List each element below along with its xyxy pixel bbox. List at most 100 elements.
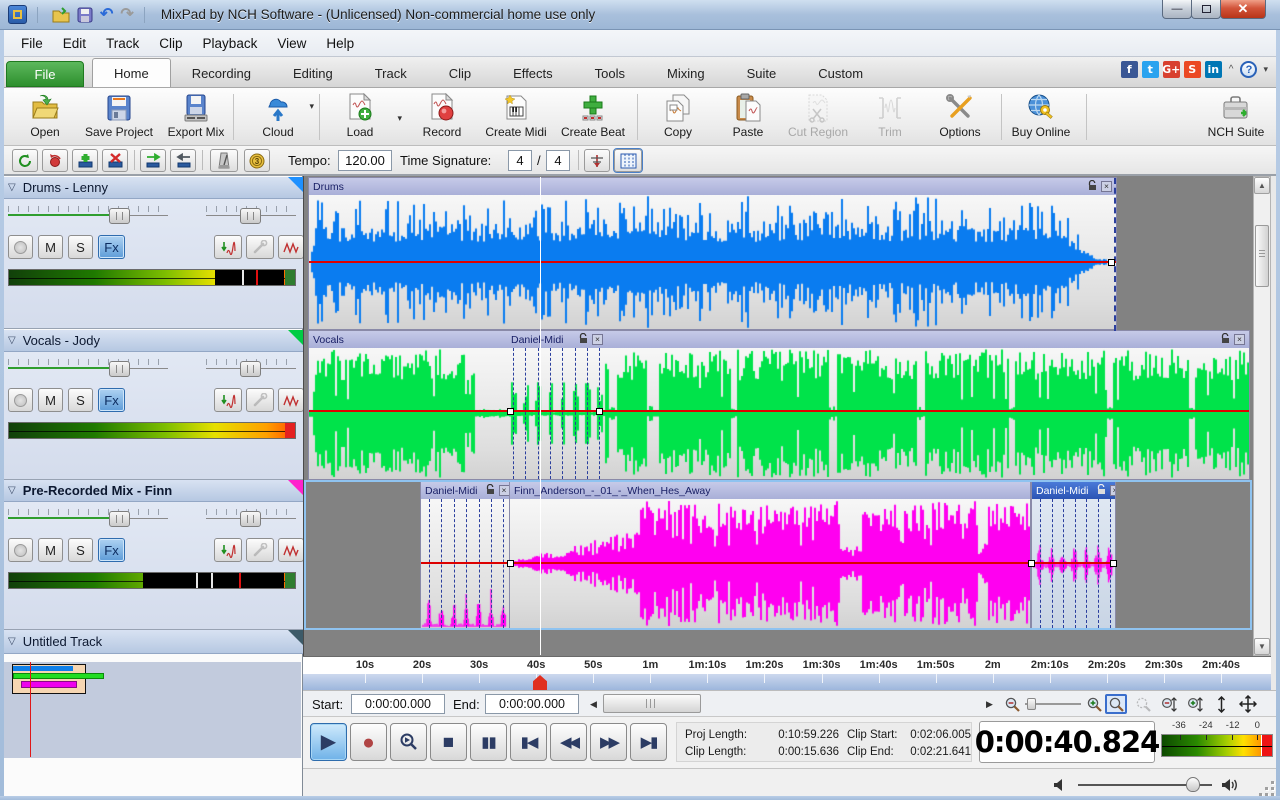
speaker-loud-icon[interactable] (1221, 778, 1239, 797)
fit-vertical-icon[interactable] (1210, 694, 1232, 714)
buy-online-button[interactable]: Buy Online (1003, 91, 1079, 143)
close-button[interactable]: ✕ (1220, 0, 1266, 19)
pan-slider-handle[interactable] (240, 208, 261, 224)
fit-all-icon[interactable] (1237, 694, 1259, 714)
fx-button[interactable]: Fx (98, 235, 125, 259)
paste-button[interactable]: Paste (710, 91, 786, 143)
track-header-vocals[interactable]: ▽ Vocals - Jody (0, 330, 303, 352)
track-header-untitled[interactable]: ▽ Untitled Track (0, 630, 303, 654)
file-tab[interactable]: File (6, 61, 84, 87)
arm-record-button[interactable] (8, 235, 33, 259)
bounce-track-button[interactable] (214, 538, 242, 562)
scroll-right-icon[interactable]: ▶ (983, 695, 996, 713)
record-button[interactable]: ● (350, 723, 387, 761)
selection-end-input[interactable] (485, 694, 579, 714)
tab-effects[interactable]: Effects (492, 60, 574, 87)
minimize-button[interactable]: — (1162, 0, 1192, 19)
move-clip-right-button[interactable] (140, 149, 166, 172)
timesig-numerator-input[interactable] (508, 150, 532, 171)
zoom-out-icon[interactable] (1001, 694, 1023, 714)
vertical-scrollbar[interactable]: ▲ ▼ (1253, 176, 1271, 656)
zoom-slider-handle[interactable] (1027, 698, 1036, 710)
track-tools-button[interactable] (246, 538, 274, 562)
pan-slider[interactable] (206, 359, 296, 377)
clip-finn-song[interactable]: Finn_Anderson_-_01_-_When_Hes_Away (510, 481, 1031, 629)
undo-icon[interactable]: ↶ (100, 7, 113, 23)
pan-slider[interactable] (206, 509, 296, 527)
clip-close-icon[interactable]: × (1101, 181, 1112, 192)
volume-envelope-line[interactable] (309, 261, 1116, 263)
clip-lock-icon[interactable] (1088, 180, 1097, 194)
automation-button[interactable] (278, 538, 304, 562)
social-twitter-icon[interactable]: t (1142, 61, 1159, 78)
delete-track-button[interactable] (102, 149, 128, 172)
pan-slider-handle[interactable] (240, 361, 261, 377)
record-button[interactable]: Record (404, 91, 480, 143)
tempo-input[interactable] (338, 150, 392, 171)
envelope-node[interactable] (1108, 259, 1115, 266)
clip-header[interactable]: Finn_Anderson_-_01_-_When_Hes_Away (510, 482, 1030, 499)
menu-track[interactable]: Track (97, 33, 148, 54)
more-options-icon[interactable]: ▾ (1263, 64, 1268, 75)
save-icon[interactable] (77, 7, 93, 23)
clip-end-boundary[interactable] (1114, 178, 1116, 331)
clip-header-selected[interactable]: Daniel-Midi × (1032, 482, 1115, 499)
clip-header[interactable]: Daniel-Midi × (421, 482, 509, 499)
volume-slider[interactable] (8, 359, 168, 377)
social-google-plus-icon[interactable]: G+ (1163, 61, 1180, 78)
collapse-track-icon[interactable]: ▽ (8, 335, 16, 346)
rewind-button[interactable]: ◀◀ (550, 723, 587, 761)
play-button[interactable]: ▶ (310, 723, 347, 761)
social-facebook-icon[interactable]: f (1121, 61, 1138, 78)
arm-record-button[interactable] (8, 388, 33, 412)
create-midi-button[interactable]: Create Midi (478, 91, 554, 143)
clip-drums[interactable]: Drums × (308, 177, 1117, 330)
zoom-slider[interactable] (1025, 703, 1081, 705)
clip-daniel-midi-selected[interactable]: Daniel-Midi × (1031, 481, 1116, 629)
stop-button[interactable]: ■ (430, 723, 467, 761)
automation-button[interactable] (278, 388, 304, 412)
volume-slider-handle[interactable] (109, 361, 130, 377)
scrollbar-thumb[interactable] (1255, 225, 1269, 287)
tab-mixing[interactable]: Mixing (646, 60, 726, 87)
tab-clip[interactable]: Clip (428, 60, 492, 87)
tab-home[interactable]: Home (92, 58, 171, 87)
volume-slider-handle[interactable] (109, 511, 130, 527)
tab-tools[interactable]: Tools (574, 60, 646, 87)
fast-forward-button[interactable]: ▶▶ (590, 723, 627, 761)
arm-record-button[interactable] (8, 538, 33, 562)
clip-daniel-midi-left[interactable]: Daniel-Midi × (420, 481, 510, 629)
menu-clip[interactable]: Clip (150, 33, 191, 54)
volume-slider-handle[interactable] (109, 208, 130, 224)
menu-help[interactable]: Help (317, 33, 363, 54)
export-mix-button[interactable]: Export Mix (158, 91, 234, 143)
load-button[interactable]: ▾ Load (322, 91, 398, 143)
zoom-in-icon[interactable] (1083, 694, 1105, 714)
selection-start-input[interactable] (351, 694, 445, 714)
clip-header[interactable]: Vocals × (309, 331, 1249, 348)
clip-close-icon[interactable]: × (499, 485, 509, 496)
track-tools-button[interactable] (246, 388, 274, 412)
clip-close-icon[interactable]: × (1234, 334, 1245, 345)
clip-close-icon[interactable]: × (1110, 485, 1115, 496)
record-mode-button[interactable] (42, 149, 68, 172)
bounce-track-button[interactable] (214, 235, 242, 259)
midi-overlay-header[interactable]: Daniel-Midi × (507, 331, 607, 348)
cloud-button[interactable]: ▾ Cloud (240, 91, 316, 143)
resize-grip[interactable] (1258, 780, 1274, 796)
speaker-quiet-icon[interactable] (1053, 778, 1067, 797)
clip-lock-icon[interactable] (1097, 484, 1106, 498)
title-bar[interactable]: ↶ ↷ MixPad by NCH Software - (Unlicensed… (0, 0, 1280, 30)
nch-suite-button[interactable]: NCH Suite (1198, 91, 1274, 143)
menu-view[interactable]: View (268, 33, 315, 54)
scroll-left-icon[interactable]: ◀ (587, 695, 600, 713)
fx-button[interactable]: Fx (98, 388, 125, 412)
tab-custom[interactable]: Custom (797, 60, 884, 87)
menu-file[interactable]: File (12, 33, 52, 54)
go-start-button[interactable]: ▮◀ (510, 723, 547, 761)
vertical-zoom-out-icon[interactable] (1157, 694, 1179, 714)
tab-recording[interactable]: Recording (171, 60, 272, 87)
fx-button[interactable]: Fx (98, 538, 125, 562)
track-header-drums[interactable]: ▽ Drums - Lenny (0, 177, 303, 199)
menu-edit[interactable]: Edit (54, 33, 95, 54)
